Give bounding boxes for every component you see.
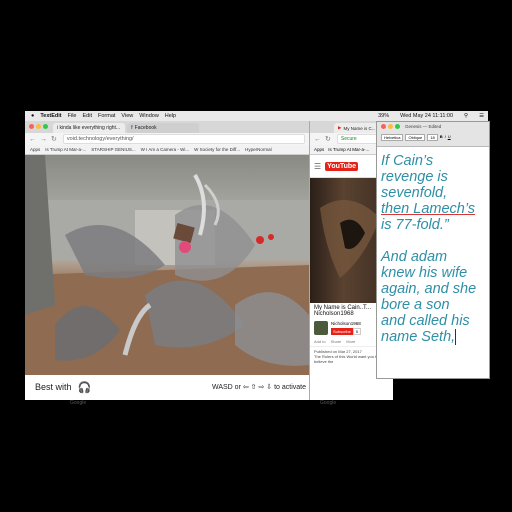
menu-app-name[interactable]: TextEdit [40,113,61,119]
tab-facebook[interactable]: f Facebook [127,123,199,133]
close-window-button[interactable] [381,124,386,129]
menu-help[interactable]: Help [165,113,176,119]
forward-arrow-icon[interactable]: → [40,136,47,143]
italic-button[interactable]: I [445,134,446,141]
text-line: and called his [381,313,470,329]
text-line: If Cain’s [381,153,434,169]
browser-window-void: i kinda like everything right... f Facebo… [25,121,309,400]
url-text: Secure [340,136,357,142]
text-line: And adam [381,249,448,265]
text-line: sevenfold, [381,185,448,201]
font-size-field[interactable]: 18 [427,134,438,141]
youtube-logo[interactable]: YouTube [325,161,359,171]
text-line: bore a son [381,297,450,313]
subscribe-button[interactable]: Subscribe [331,328,353,335]
tab-label: i kinda like everything right... [57,125,121,131]
font-family-select[interactable]: Helvetica [381,134,404,141]
youtube-tab-icon: ▶ [338,125,342,130]
back-arrow-icon[interactable]: ← [314,136,321,143]
url-input[interactable]: void.technology/everything/ [62,134,305,144]
menu-file[interactable]: File [68,113,77,119]
menubar-clock[interactable]: Wed May 24 11:11:00 [400,113,453,119]
minimize-window-button[interactable] [36,124,41,129]
video-subtitle: Nicholson1968 [314,311,354,317]
bottom-google-label-2: Google [320,400,337,406]
underline-button[interactable]: U [448,134,451,141]
search-icon[interactable]: ⚲ [464,113,468,119]
address-bar: ← → ↻ void.technology/everything/ [25,133,309,145]
3d-scene-canvas[interactable] [25,155,309,375]
best-with-label: Best with [35,382,72,392]
bookmark-trump[interactable]: Is Trump At Mar-a-... [328,147,369,152]
bookmark-camera[interactable]: W I Am a Camera - Wi... [141,147,190,152]
add-to-button[interactable]: Add to [314,339,326,344]
headphones-icon: 🎧 [77,381,92,394]
mac-menubar: ● TextEdit File Edit Format View Window … [25,111,488,121]
text-line: revenge is [381,169,448,185]
font-style-select[interactable]: Oblique [405,134,426,141]
bookmark-apps[interactable]: Apps [30,147,40,152]
bookmark-apps[interactable]: Apps [314,147,324,152]
text-line: again, and she [381,281,477,297]
text-line: is 77-fold.” [381,217,449,233]
text-line: name Seth, [381,329,457,345]
text-line: then Lamech’s [381,201,476,217]
page-footer: Best with 🎧 WASD or ⇦ ⇧ ⇨ ⇩ to activate [25,375,309,399]
window-controls [381,124,400,129]
menu-view[interactable]: View [121,113,133,119]
facebook-icon: f [131,125,133,131]
battery-status[interactable]: 39% [378,113,389,119]
maximize-window-button[interactable] [43,124,48,129]
back-arrow-icon[interactable]: ← [29,136,36,143]
menu-edit[interactable]: Edit [83,113,92,119]
menu-format[interactable]: Format [98,113,115,119]
hamburger-menu-icon[interactable]: ☰ [314,162,321,171]
bold-button[interactable]: B [440,134,443,141]
channel-avatar[interactable] [314,321,328,335]
bookmark-hypernormal[interactable]: HyperNormal [245,147,272,152]
tab-bar: i kinda like everything right... f Facebo… [25,121,309,133]
apple-icon[interactable]: ● [31,113,34,119]
bookmark-trump[interactable]: Is Trump At Mar-a-... [45,147,86,152]
document-body[interactable]: If Cain’s revenge is sevenfold, then Lam… [377,147,489,345]
bottom-google-label: Google [70,400,87,406]
tab-label: Facebook [134,125,157,131]
bookmark-society[interactable]: W Society for the Diff... [194,147,240,152]
bookmarks-bar: Apps Is Trump At Mar-a-... STARSHIP GENI… [25,145,309,155]
maximize-window-button[interactable] [395,124,400,129]
text-line-blank [381,233,487,249]
3d-scene-artwork [25,155,309,375]
textedit-window: Genesis — Edited Helvetica Oblique 18 B … [376,121,490,379]
format-controls: Helvetica Oblique 18 B I U [381,134,451,141]
minimize-window-button[interactable] [388,124,393,129]
menu-window[interactable]: Window [139,113,159,119]
more-button[interactable]: More [346,339,355,344]
window-controls [29,124,48,129]
text-line: knew his wife [381,265,468,281]
menu-list-icon[interactable]: ☰ [479,113,484,119]
document-title: Genesis — Edited [405,124,442,129]
controls-hint: WASD or ⇦ ⇧ ⇨ ⇩ to activate [211,384,306,391]
textedit-toolbar: Genesis — Edited Helvetica Oblique 18 B … [377,122,489,147]
bookmark-starship[interactable]: STARSHIP GENIUS... [91,147,135,152]
close-window-button[interactable] [29,124,34,129]
channel-name[interactable]: Nicholson1968 [331,321,361,326]
reload-icon[interactable]: ↻ [51,135,57,143]
subscriber-count: 5 [352,328,362,335]
reload-icon[interactable]: ↻ [325,135,331,143]
url-text: void.technology/everything/ [66,136,134,142]
share-button[interactable]: Share [331,339,342,344]
tab-void-technology[interactable]: i kinda like everything right... [53,123,125,133]
tab-label: My Name is C... [343,125,376,131]
